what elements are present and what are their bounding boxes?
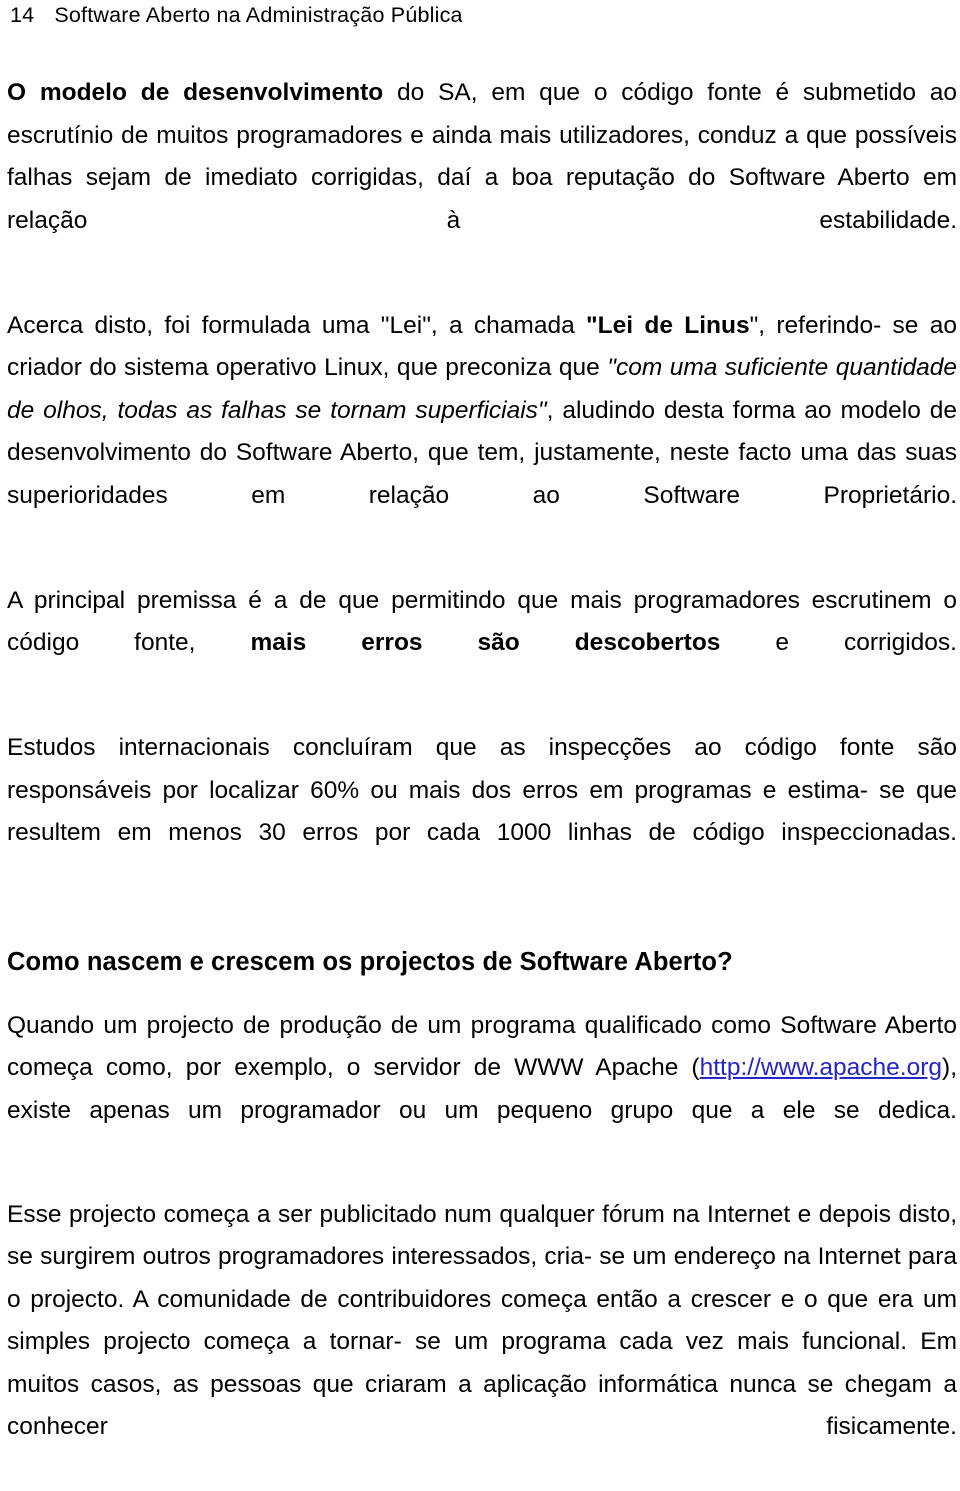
bold-lead-development-model: O modelo de desenvolvimento (7, 79, 383, 106)
paragraph-project-growth: Esse projecto começa a ser publicitado n… (7, 1194, 957, 1491)
paragraph-main-premise: A principal premissa é a de que permitin… (7, 580, 957, 708)
paragraph-lei-de-linus: Acerca disto, foi formulada uma "Lei", a… (7, 305, 957, 560)
document-page: 14 Software Aberto na Administração Públi… (0, 0, 960, 1361)
paragraph-apache-example: Quando um projecto de produção de um pro… (7, 1005, 957, 1175)
running-head-title: Software Aberto na Administração Pública (54, 3, 462, 27)
body-text-column: O modelo de desenvolvimento do SA, em qu… (7, 72, 957, 1491)
apache-org-link[interactable]: http://www.apache.org (700, 1054, 942, 1081)
paragraph-international-studies: Estudos internacionais concluíram que as… (7, 727, 957, 897)
bold-term-lei-de-linus: "Lei de Linus (586, 312, 750, 339)
bold-term-more-errors-found: mais erros são descobertos (250, 629, 720, 656)
lei-de-linus-part1: Acerca disto, foi formulada uma "Lei", a… (7, 312, 586, 339)
running-head: 14 Software Aberto na Administração Públi… (10, 2, 463, 28)
page-number: 14 (10, 3, 34, 27)
section-heading-how-projects-are-born: Como nascem e crescem os projectos de So… (7, 897, 957, 984)
paragraph-development-model: O modelo de desenvolvimento do SA, em qu… (7, 72, 957, 285)
main-premise-part2: e corrigidos. (720, 629, 957, 656)
